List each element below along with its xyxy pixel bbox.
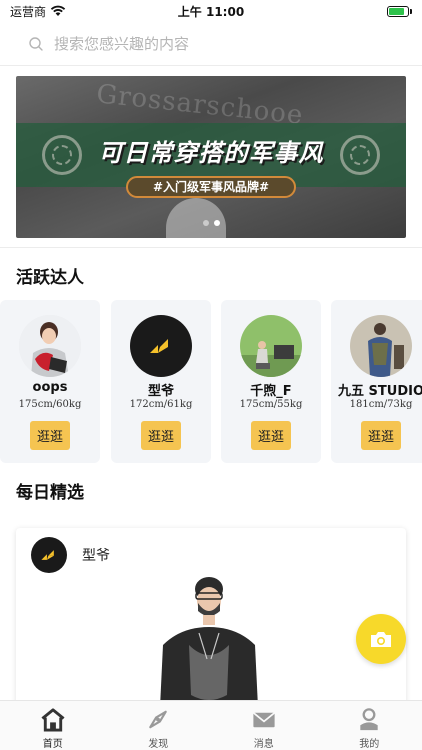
- camera-button[interactable]: [356, 614, 406, 664]
- creator-card[interactable]: 九五 STUDIO 181cm/73kg 逛逛: [331, 300, 422, 463]
- author-name[interactable]: 型爷: [82, 545, 110, 565]
- tab-label: 我的: [359, 739, 380, 750]
- brand-logo-icon: [150, 339, 168, 353]
- wifi-icon: [50, 5, 66, 16]
- brand-logo-icon: [41, 550, 54, 560]
- creator-name: oops: [32, 380, 68, 395]
- section-divider: [0, 247, 422, 248]
- search-bar[interactable]: [16, 28, 406, 60]
- search-icon: [29, 37, 43, 51]
- tab-profile[interactable]: 我的: [317, 701, 422, 750]
- active-creators-heading: 活跃达人: [16, 268, 84, 288]
- banner-tag: #入门级军事风品牌#: [126, 176, 296, 198]
- header-divider: [0, 65, 422, 66]
- browse-button[interactable]: 逛逛: [251, 421, 291, 450]
- creator-carousel[interactable]: oops 175cm/60kg 逛逛 型爷 172cm/61kg 逛逛 千煦_F…: [0, 300, 422, 463]
- creator-name: 九五 STUDIO: [338, 384, 422, 399]
- banner-dot-active[interactable]: [213, 220, 220, 226]
- creator-stats: 175cm/60kg: [18, 399, 82, 410]
- browse-button[interactable]: 逛逛: [361, 421, 401, 450]
- creator-stats: 181cm/73kg: [349, 399, 413, 410]
- promo-banner[interactable]: Grossarschooe 可日常穿搭的军事风 #入门级军事风品牌#: [16, 76, 406, 238]
- tab-label: 消息: [253, 739, 274, 750]
- profile-icon: [360, 708, 378, 731]
- browse-button[interactable]: 逛逛: [141, 421, 181, 450]
- tab-home[interactable]: 首页: [0, 701, 106, 750]
- creator-avatar[interactable]: [350, 315, 412, 377]
- creator-avatar[interactable]: [19, 315, 81, 377]
- creator-avatar[interactable]: [240, 315, 302, 377]
- creator-card[interactable]: 千煦_F 175cm/55kg 逛逛: [221, 300, 321, 463]
- banner-pagination: [16, 220, 406, 226]
- daily-pick-card[interactable]: 型爷: [16, 528, 406, 728]
- person-avatar-icon: [19, 315, 81, 377]
- creator-stats: 175cm/55kg: [239, 399, 303, 410]
- browse-button[interactable]: 逛逛: [30, 421, 70, 450]
- search-input[interactable]: [54, 35, 374, 53]
- person-avatar-icon: [350, 315, 412, 377]
- battery-body: [387, 5, 409, 17]
- creator-card[interactable]: 型爷 172cm/61kg 逛逛: [111, 300, 211, 463]
- daily-picks-heading: 每日精选: [16, 483, 84, 503]
- bottom-tab-bar: 首页 发现 消息 我的: [0, 700, 422, 750]
- compass-icon: [149, 710, 168, 729]
- person-avatar-icon: [240, 315, 302, 377]
- creator-name: 千煦_F: [250, 384, 292, 399]
- creator-name: 型爷: [147, 384, 174, 399]
- home-icon: [41, 708, 65, 732]
- creator-avatar[interactable]: [130, 315, 192, 377]
- creator-stats: 172cm/61kg: [129, 399, 193, 410]
- creator-card[interactable]: oops 175cm/60kg 逛逛: [0, 300, 100, 463]
- carrier-label: 运营商: [10, 4, 47, 19]
- status-bar: 运营商 上午 11:00: [0, 0, 422, 22]
- battery-icon: [387, 5, 412, 17]
- tab-label: 首页: [42, 739, 63, 750]
- author-avatar[interactable]: [31, 537, 67, 573]
- banner-dot[interactable]: [202, 220, 209, 226]
- banner-hand-shape: [166, 198, 226, 238]
- tab-label: 发现: [148, 739, 169, 750]
- battery-cap: [410, 8, 412, 14]
- tab-messages[interactable]: 消息: [211, 701, 317, 750]
- status-left: 运营商: [10, 3, 66, 20]
- mail-icon: [252, 712, 275, 728]
- battery-fill: [389, 7, 405, 15]
- tab-discover[interactable]: 发现: [106, 701, 212, 750]
- camera-icon: [371, 632, 391, 647]
- banner-title: 可日常穿搭的军事风: [98, 139, 324, 167]
